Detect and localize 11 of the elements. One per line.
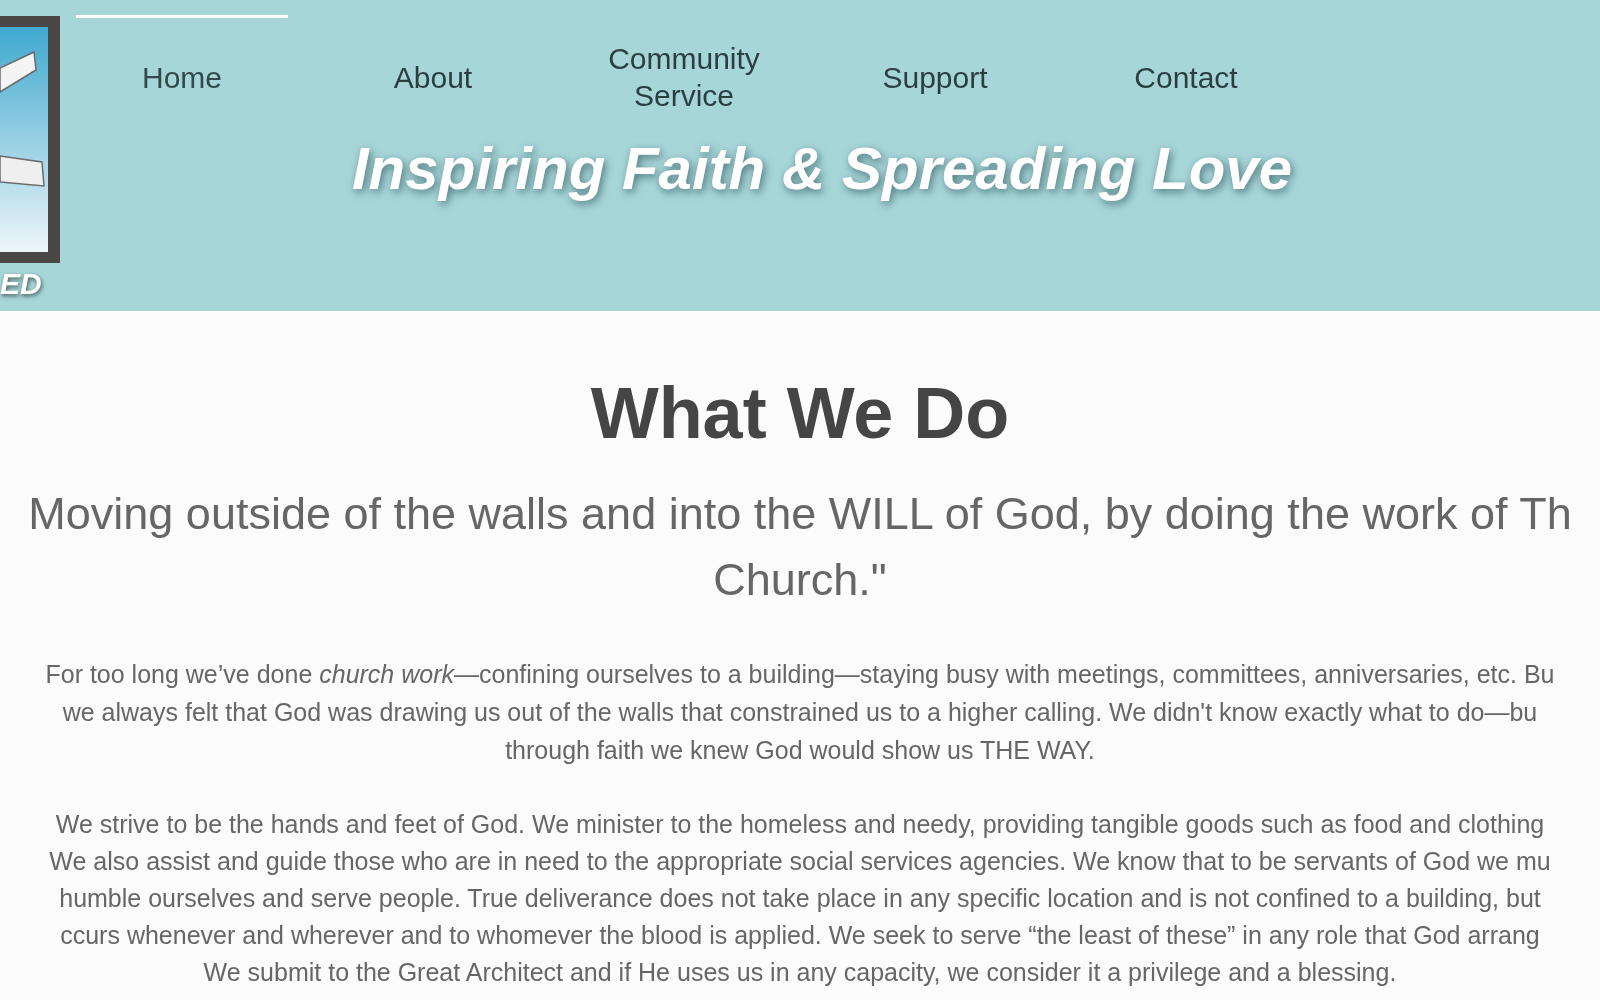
nav-link[interactable]: About [327, 15, 539, 136]
logo-caption: ED [0, 267, 42, 301]
tagline: Inspiring Faith & Spreading Love [351, 136, 1293, 202]
nav-link[interactable]: Community Service [578, 15, 790, 136]
nav-link[interactable]: Support [829, 15, 1041, 136]
nav-link[interactable]: Home [76, 15, 288, 136]
body-paragraph: We strive to be the hands and feet of God. We minister to the homeless and needy, providing tangible goods such as food and clothing We also assist and guide those who are in need to the appropriate social services agencies. We know that to be servants of God we mu humble ourselves and serve people. True deliverance does not take place in any specific location and is not confined to a building, but ccurs whenever and wherever and to whomever the blood is applied. We seek to serve “the least of these” in any role that God arrang We submit to the Great Architect and if He uses us in any capacity, we consider it a privilege and a blessing. [49, 809, 1551, 988]
section-heading: What We Do [590, 375, 1010, 451]
nav-link[interactable]: Contact [1080, 15, 1292, 136]
quote-text: Moving outside of the walls and into the WILL of God, by doing the work of Th Church." [28, 487, 1572, 607]
body-paragraph: For too long we’ve done church work—confining ourselves to a building—staying busy with meetings, committees, anniversaries, etc. Bu we always felt that God was drawing us out of the walls that constrained us to a higher calling. We didn't know exactly what to do—bu through faith we knew God would show us THE WAY. [45, 659, 1555, 766]
